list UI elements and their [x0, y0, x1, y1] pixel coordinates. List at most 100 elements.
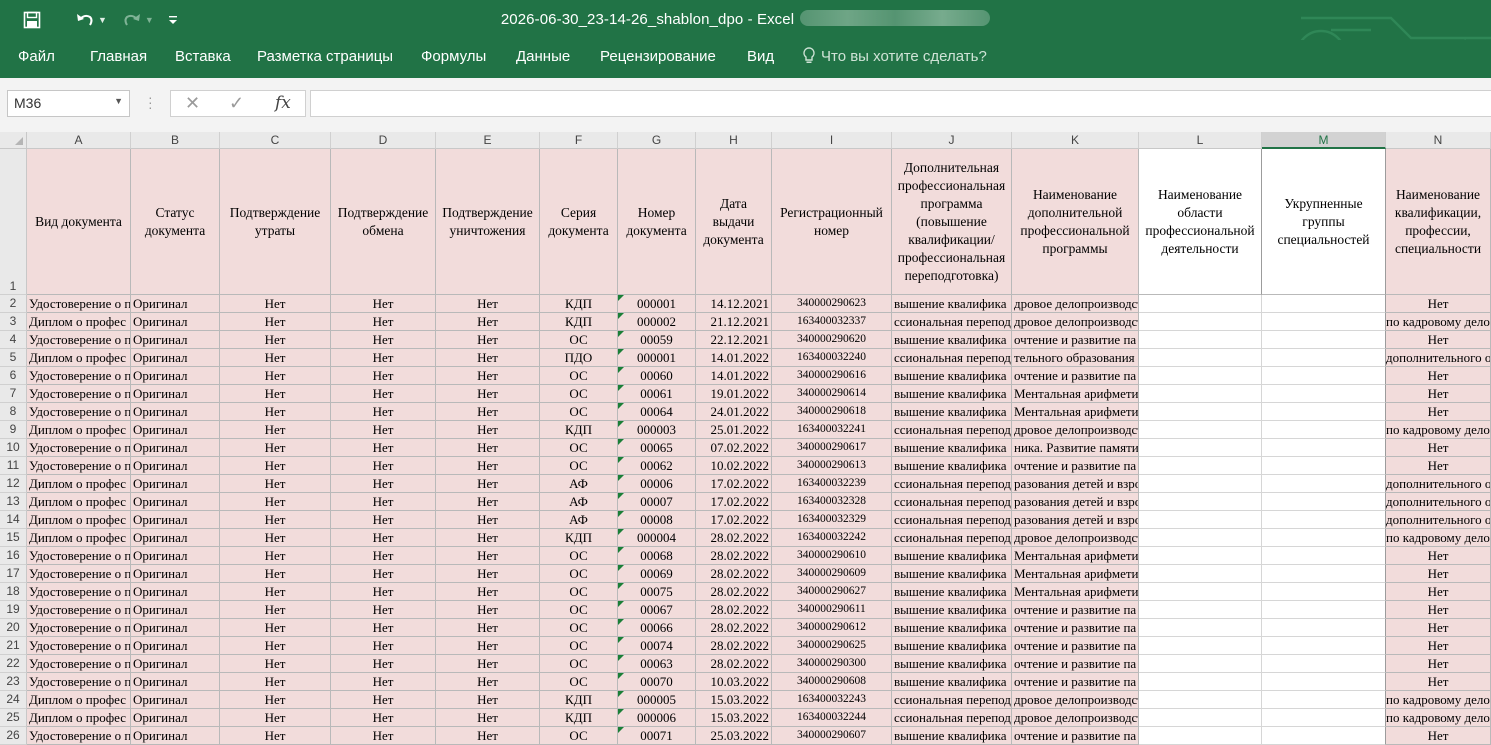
table-cell[interactable]: 00066 — [618, 619, 696, 637]
row-header[interactable]: 7 — [0, 385, 27, 403]
table-cell[interactable]: Нет — [220, 385, 331, 403]
table-cell[interactable]: Оригинал — [131, 547, 220, 565]
table-cell[interactable]: Нет — [436, 349, 540, 367]
table-cell[interactable] — [1262, 619, 1386, 637]
table-cell[interactable]: ОС — [540, 583, 618, 601]
table-cell[interactable]: Нет — [436, 511, 540, 529]
table-cell[interactable]: ОС — [540, 727, 618, 745]
table-cell[interactable]: ОС — [540, 673, 618, 691]
table-cell[interactable] — [1262, 601, 1386, 619]
confirm-entry-icon[interactable]: ✓ — [229, 93, 244, 114]
table-cell[interactable]: ОС — [540, 457, 618, 475]
table-cell[interactable] — [1139, 619, 1262, 637]
table-cell[interactable] — [1262, 547, 1386, 565]
table-cell[interactable]: Оригинал — [131, 475, 220, 493]
table-cell[interactable]: 340000290616 — [772, 367, 892, 385]
table-cell[interactable]: Диплом о профес — [27, 511, 131, 529]
table-cell[interactable]: Оригинал — [131, 601, 220, 619]
table-cell[interactable]: Нет — [436, 565, 540, 583]
table-cell[interactable] — [1139, 367, 1262, 385]
table-cell[interactable]: Нет — [331, 637, 436, 655]
table-cell[interactable]: вышение квалифика — [892, 655, 1012, 673]
header-cell[interactable]: Серия документа — [540, 149, 618, 295]
table-cell[interactable]: Оригинал — [131, 691, 220, 709]
row-header[interactable]: 23 — [0, 673, 27, 691]
table-cell[interactable]: Нет — [331, 475, 436, 493]
table-cell[interactable]: вышение квалифика — [892, 727, 1012, 745]
row-header[interactable]: 2 — [0, 295, 27, 313]
table-cell[interactable]: Нет — [331, 403, 436, 421]
table-cell[interactable]: Нет — [1386, 367, 1491, 385]
table-cell[interactable]: ОС — [540, 439, 618, 457]
table-cell[interactable]: Оригинал — [131, 403, 220, 421]
tell-me-search[interactable]: Что вы хотите сделать? — [803, 47, 987, 65]
table-cell[interactable]: Нет — [331, 673, 436, 691]
table-cell[interactable]: 14.01.2022 — [696, 349, 772, 367]
table-cell[interactable]: Нет — [436, 691, 540, 709]
table-cell[interactable]: Нет — [1386, 601, 1491, 619]
table-cell[interactable]: дополнительного обр — [1386, 475, 1491, 493]
table-cell[interactable]: 17.02.2022 — [696, 475, 772, 493]
table-cell[interactable]: 00075 — [618, 583, 696, 601]
table-cell[interactable]: ОС — [540, 637, 618, 655]
table-cell[interactable]: ника. Развитие памяти и — [1012, 439, 1139, 457]
table-cell[interactable]: КДП — [540, 421, 618, 439]
table-cell[interactable]: разования детей и взрос — [1012, 475, 1139, 493]
table-cell[interactable]: Нет — [1386, 295, 1491, 313]
table-cell[interactable]: вышение квалифика — [892, 673, 1012, 691]
column-header-i[interactable]: I — [772, 132, 892, 149]
header-cell[interactable]: Номер документа — [618, 149, 696, 295]
table-cell[interactable]: КДП — [540, 709, 618, 727]
table-cell[interactable] — [1262, 709, 1386, 727]
tab-file[interactable]: Файл — [18, 48, 55, 65]
table-cell[interactable]: 25.01.2022 — [696, 421, 772, 439]
column-header-b[interactable]: B — [131, 132, 220, 149]
table-cell[interactable]: Нет — [436, 457, 540, 475]
table-cell[interactable]: 000001 — [618, 295, 696, 313]
formula-input[interactable] — [310, 90, 1491, 117]
table-cell[interactable]: очтение и развитие па — [1012, 727, 1139, 745]
table-cell[interactable]: Оригинал — [131, 493, 220, 511]
table-cell[interactable]: Удостоверение о п — [27, 367, 131, 385]
header-cell[interactable]: Подтверждение уничтожения — [436, 149, 540, 295]
table-cell[interactable]: дровое делопроизводст — [1012, 709, 1139, 727]
table-cell[interactable]: 340000290609 — [772, 565, 892, 583]
table-cell[interactable]: Удостоверение о п — [27, 403, 131, 421]
table-cell[interactable]: 340000290623 — [772, 295, 892, 313]
table-cell[interactable]: тельного образования — [1012, 349, 1139, 367]
table-cell[interactable]: очтение и развитие па — [1012, 601, 1139, 619]
table-cell[interactable] — [1139, 385, 1262, 403]
table-cell[interactable]: Нет — [436, 637, 540, 655]
table-cell[interactable]: вышение квалифика — [892, 619, 1012, 637]
table-cell[interactable]: Нет — [331, 331, 436, 349]
table-cell[interactable]: 340000290625 — [772, 637, 892, 655]
table-cell[interactable]: Нет — [331, 457, 436, 475]
table-cell[interactable]: Оригинал — [131, 331, 220, 349]
table-cell[interactable]: 340000290627 — [772, 583, 892, 601]
table-cell[interactable]: по кадровому делоп — [1386, 313, 1491, 331]
table-cell[interactable]: Нет — [436, 655, 540, 673]
table-cell[interactable]: Нет — [331, 529, 436, 547]
table-cell[interactable]: 00006 — [618, 475, 696, 493]
header-cell[interactable]: Регистрационный номер — [772, 149, 892, 295]
table-cell[interactable]: ссиональная переподг — [892, 349, 1012, 367]
table-cell[interactable]: 00059 — [618, 331, 696, 349]
table-cell[interactable]: Нет — [220, 727, 331, 745]
table-cell[interactable]: вышение квалифика — [892, 637, 1012, 655]
table-cell[interactable] — [1139, 403, 1262, 421]
table-cell[interactable]: Диплом о профес — [27, 709, 131, 727]
table-cell[interactable] — [1262, 367, 1386, 385]
table-cell[interactable]: 07.02.2022 — [696, 439, 772, 457]
table-cell[interactable]: ОС — [540, 385, 618, 403]
table-cell[interactable]: Нет — [331, 727, 436, 745]
header-cell[interactable]: Статус документа — [131, 149, 220, 295]
table-cell[interactable]: Нет — [331, 349, 436, 367]
table-cell[interactable]: Нет — [220, 457, 331, 475]
table-cell[interactable]: Нет — [331, 565, 436, 583]
column-header-d[interactable]: D — [331, 132, 436, 149]
tab-home[interactable]: Главная — [90, 48, 147, 65]
table-cell[interactable]: ОС — [540, 601, 618, 619]
table-cell[interactable]: ссиональная переподг — [892, 313, 1012, 331]
column-header-g[interactable]: G — [618, 132, 696, 149]
table-cell[interactable]: Нет — [1386, 403, 1491, 421]
